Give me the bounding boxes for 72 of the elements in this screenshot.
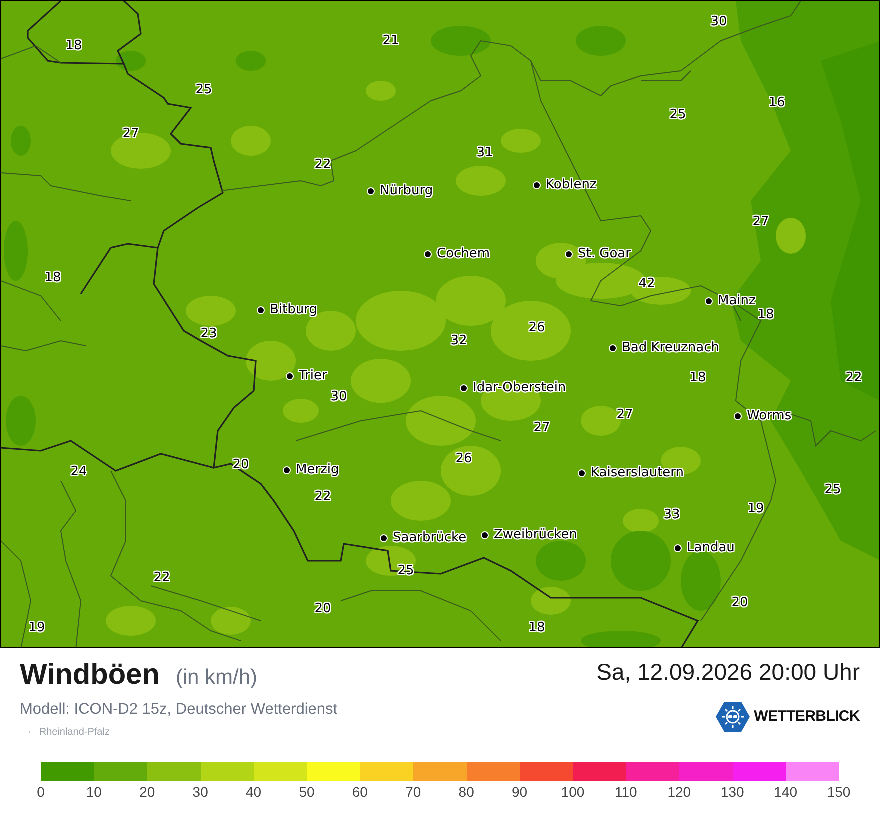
logo-text: WETTERBLICK <box>754 707 860 728</box>
timestamp-text: Sa, 12.09.2026 20:00 Uhr <box>596 660 860 686</box>
legend-tick-label: 50 <box>299 784 315 801</box>
wind-speed-label: 20 <box>314 602 332 616</box>
wind-speed-label: 27 <box>122 128 140 140</box>
legend-tick-label: 120 <box>668 784 692 801</box>
wind-speed-label: 27 <box>616 408 634 422</box>
model-source-text: Modell: ICON-D2 15z, Deutscher Wetterdienst <box>20 700 338 720</box>
wind-speed-label: 32 <box>450 334 468 348</box>
wind-speed-label: 42 <box>638 278 656 290</box>
city-label: Cochem <box>437 248 490 260</box>
map-title: Windböen <box>20 660 160 692</box>
wind-speed-label: 18 <box>690 372 706 384</box>
city-label: St. Goar <box>578 248 631 260</box>
wind-speed-label: 20 <box>232 458 250 472</box>
wind-speed-label: 27 <box>752 216 770 228</box>
wind-speed-label: 20 <box>732 596 748 610</box>
city-label: Idar-Oberstein <box>473 382 566 394</box>
wind-speed-label: 22 <box>154 572 170 584</box>
legend-tick-label: 90 <box>512 784 528 801</box>
legend-tick-label: 150 <box>827 784 851 801</box>
region-label: Rheinland-Pfalz <box>39 726 110 740</box>
city-label: Nürburg <box>380 184 434 198</box>
legend-tick-label: 20 <box>140 784 156 801</box>
city-label: Kaiserslautern <box>591 466 684 480</box>
wind-speed-label: 18 <box>528 622 546 634</box>
wind-speed-label: 22 <box>314 158 332 172</box>
legend-tick-label: 30 <box>192 784 208 801</box>
city-label: Zweibrücken <box>494 528 578 542</box>
wind-speed-label: 25 <box>670 108 686 122</box>
wind-speed-label: 26 <box>528 322 546 334</box>
wind-speed-label: 24 <box>70 466 88 478</box>
city-label: Worms <box>747 410 792 422</box>
wind-speed-label: 26 <box>456 452 472 466</box>
wind-speed-label: 18 <box>758 308 774 322</box>
legend-tick-label: 40 <box>246 784 262 801</box>
wind-speed-label: 16 <box>768 96 786 110</box>
legend-tick-label: 140 <box>774 784 798 801</box>
city-label: Merzig <box>296 464 340 476</box>
legend-tick-label: 10 <box>86 784 102 801</box>
wind-speed-label: 21 <box>382 34 400 48</box>
bullet-text: · <box>28 726 32 740</box>
wind-speed-label: 25 <box>824 484 842 496</box>
legend-tick-label: 110 <box>615 784 638 801</box>
legend-tick-label: 80 <box>458 784 474 801</box>
wind-speed-label: 31 <box>476 146 494 160</box>
legend-tick-label: 100 <box>561 784 585 801</box>
legend-tick-label: 0 <box>37 784 45 801</box>
wind-speed-label: 25 <box>196 84 212 96</box>
wind-speed-label: 18 <box>66 40 82 52</box>
wind-speed-label: 22 <box>846 372 862 384</box>
legend-tick-label: 130 <box>720 784 744 801</box>
city-label: Koblenz <box>546 178 597 192</box>
wind-speed-label: 30 <box>710 16 728 28</box>
logo-icon <box>716 701 750 734</box>
wind-speed-label: 18 <box>44 272 62 284</box>
legend-tick-label: 60 <box>352 784 368 801</box>
city-label: Bad Kreuznach <box>622 342 720 354</box>
wind-speed-label: 30 <box>330 390 348 404</box>
wind-speed-label: 33 <box>664 508 680 522</box>
city-label: Landau <box>687 542 735 554</box>
legend-tick-label: 70 <box>406 784 422 801</box>
city-label: Bitburg <box>270 304 318 316</box>
city-label: Mainz <box>718 294 756 308</box>
wind-speed-label: 19 <box>748 502 764 516</box>
city-label: Trier <box>299 370 328 382</box>
unit-label: (in km/h) <box>176 665 258 691</box>
wind-speed-label: 22 <box>314 490 332 504</box>
city-label: Saarbrücke <box>393 532 467 544</box>
wind-speed-label: 27 <box>534 422 550 434</box>
wind-speed-label: 19 <box>28 622 46 634</box>
wind-speed-label: 23 <box>200 328 218 340</box>
